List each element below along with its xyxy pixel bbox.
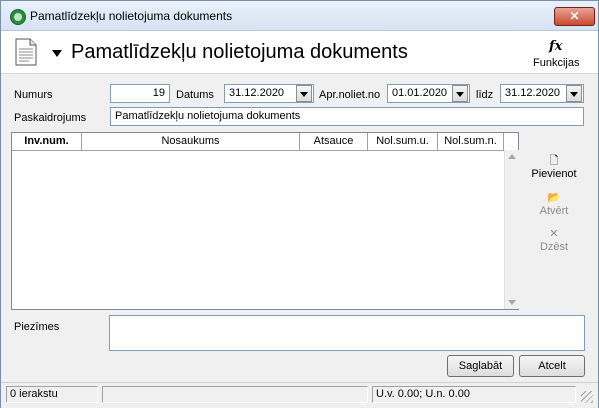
header-divider [1,73,598,74]
add-button[interactable]: 🗋 Pievienot [526,154,582,180]
notes-field[interactable] [109,315,585,351]
delete-icon: ✕ [549,228,559,240]
new-document-icon: 🗋 [549,155,559,167]
notes-label: Piezīmes [14,321,60,333]
paskaidrojums-label: Paskaidrojums [14,112,87,124]
open-folder-icon: 📂 [547,192,561,204]
open-button[interactable]: 📂 Atvērt [526,191,582,217]
resize-grip-icon[interactable] [581,391,593,403]
functions-icon[interactable]: fx [549,39,562,54]
items-table[interactable]: Inv.num. Nosaukums Atsauce Nol.sum.u. No… [11,132,519,310]
document-icon [15,38,37,66]
scroll-down-icon[interactable] [505,295,519,309]
column-nol-sum-n[interactable]: Nol.sum.n. [438,133,504,150]
functions-button[interactable]: Funkcijas [533,57,579,69]
column-nosaukums[interactable]: Nosaukums [82,133,300,150]
lidz-dropdown-icon[interactable] [566,85,582,102]
table-scrollbar[interactable] [504,150,519,309]
save-button[interactable]: Saglabāt [447,355,514,377]
page-title: Pamatlīdzekļu nolietojuma dokuments [71,41,408,63]
table-header: Inv.num. Nosaukums Atsauce Nol.sum.u. No… [12,133,518,151]
add-button-label: Pievienot [531,168,577,180]
numurs-label: Numurs [14,89,53,101]
apr-label: Apr.noliet.no [319,89,381,101]
title-bar: Pamatlīdzekļu nolietojuma dokuments ✕ [1,1,598,31]
datums-dropdown-icon[interactable] [296,85,312,102]
app-icon [10,9,26,25]
apr-from-dropdown-icon[interactable] [452,85,468,102]
status-bar: 0 ierakstu U.v. 0.00; U.n. 0.00 [1,382,598,408]
lidz-label: līdz [476,89,494,101]
close-button[interactable]: ✕ [554,7,595,26]
column-nol-sum-u[interactable]: Nol.sum.u. [368,133,438,150]
document-menu-caret-icon[interactable] [52,50,62,57]
status-totals: U.v. 0.00; U.n. 0.00 [372,386,576,403]
document-window: Pamatlīdzekļu nolietojuma dokuments ✕ Pa… [0,0,599,408]
status-record-count: 0 ierakstu [6,386,98,403]
column-inv-num[interactable]: Inv.num. [12,133,82,150]
cancel-button[interactable]: Atcelt [519,355,585,377]
open-button-label: Atvērt [539,205,569,217]
status-middle-panel [102,386,368,403]
window-title: Pamatlīdzekļu nolietojuma dokuments [30,9,233,23]
datums-label: Datums [176,89,214,101]
column-atsauce[interactable]: Atsauce [300,133,368,150]
paskaidrojums-field[interactable]: Pamatlīdzekļu nolietojuma dokuments [110,107,584,126]
document-header: Pamatlīdzekļu nolietojuma dokuments fx F… [1,31,598,73]
numurs-field[interactable]: 19 [110,84,170,103]
delete-button-label: Dzēst [539,241,569,253]
scroll-up-icon[interactable] [505,150,519,164]
delete-button[interactable]: ✕ Dzēst [526,227,582,253]
